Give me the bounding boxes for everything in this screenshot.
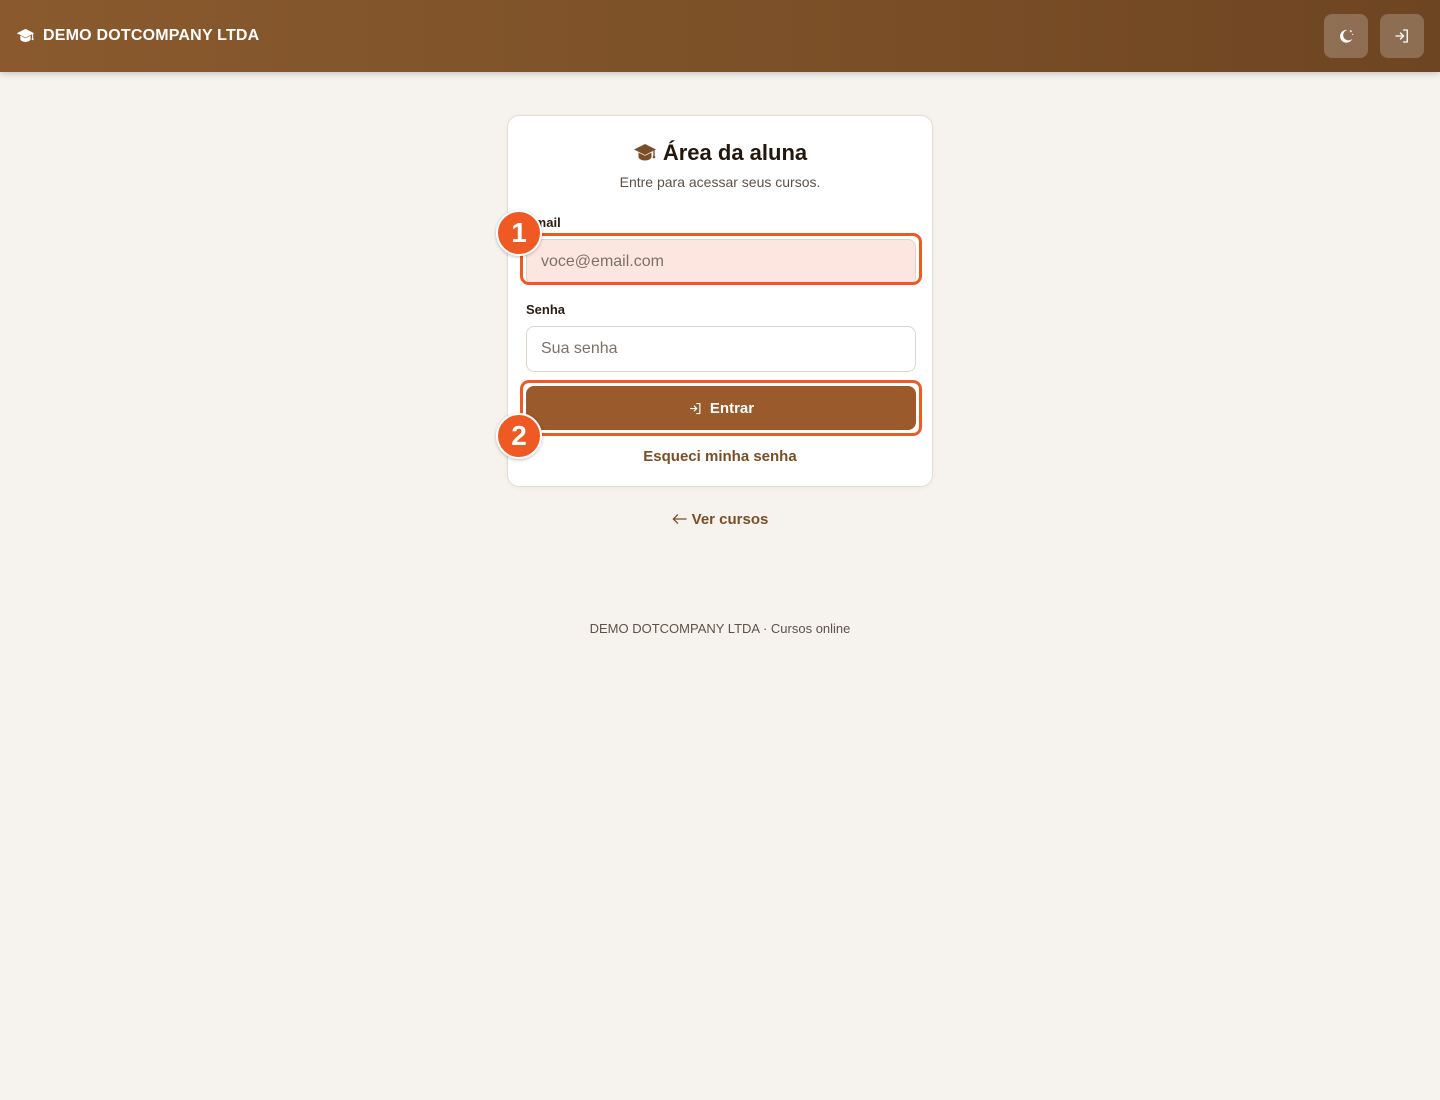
step-badge-1: 1	[496, 210, 542, 256]
login-icon	[689, 402, 701, 414]
brand-name: DEMO DOTCOMPANY LTDA	[43, 27, 260, 44]
login-card: Área da aluna Entre para acessar seus cu…	[507, 115, 933, 487]
view-courses-label: Ver cursos	[691, 510, 769, 528]
page-subtitle: Entre para acessar seus cursos.	[619, 174, 821, 190]
theme-toggle-button[interactable]	[1324, 14, 1368, 58]
login-submit-button[interactable]: Entrar	[526, 386, 916, 430]
brand[interactable]: DEMO DOTCOMPANY LTDA	[16, 26, 259, 46]
login-button[interactable]	[1380, 14, 1424, 58]
step-badge-2: 2	[496, 413, 542, 459]
login-icon	[1395, 29, 1408, 43]
view-courses-link[interactable]: Ver cursos	[0, 509, 1440, 529]
login-submit-label: Entrar	[709, 399, 755, 417]
page-title: Área da aluna	[508, 138, 932, 168]
forgot-password-link[interactable]: Esqueci minha senha	[508, 448, 932, 465]
email-field[interactable]	[526, 239, 916, 285]
page-title-text: Área da aluna	[662, 140, 808, 165]
top-bar: DEMO DOTCOMPANY LTDA	[0, 0, 1440, 72]
moon-stars-icon	[1340, 29, 1354, 43]
password-label: Senha	[526, 302, 566, 317]
footer-text: DEMO DOTCOMPANY LTDA · Cursos online	[589, 621, 851, 636]
arrow-left-icon	[672, 514, 687, 524]
graduation-cap-icon	[16, 28, 35, 42]
graduation-cap-icon	[633, 144, 656, 161]
password-field[interactable]	[526, 326, 916, 372]
